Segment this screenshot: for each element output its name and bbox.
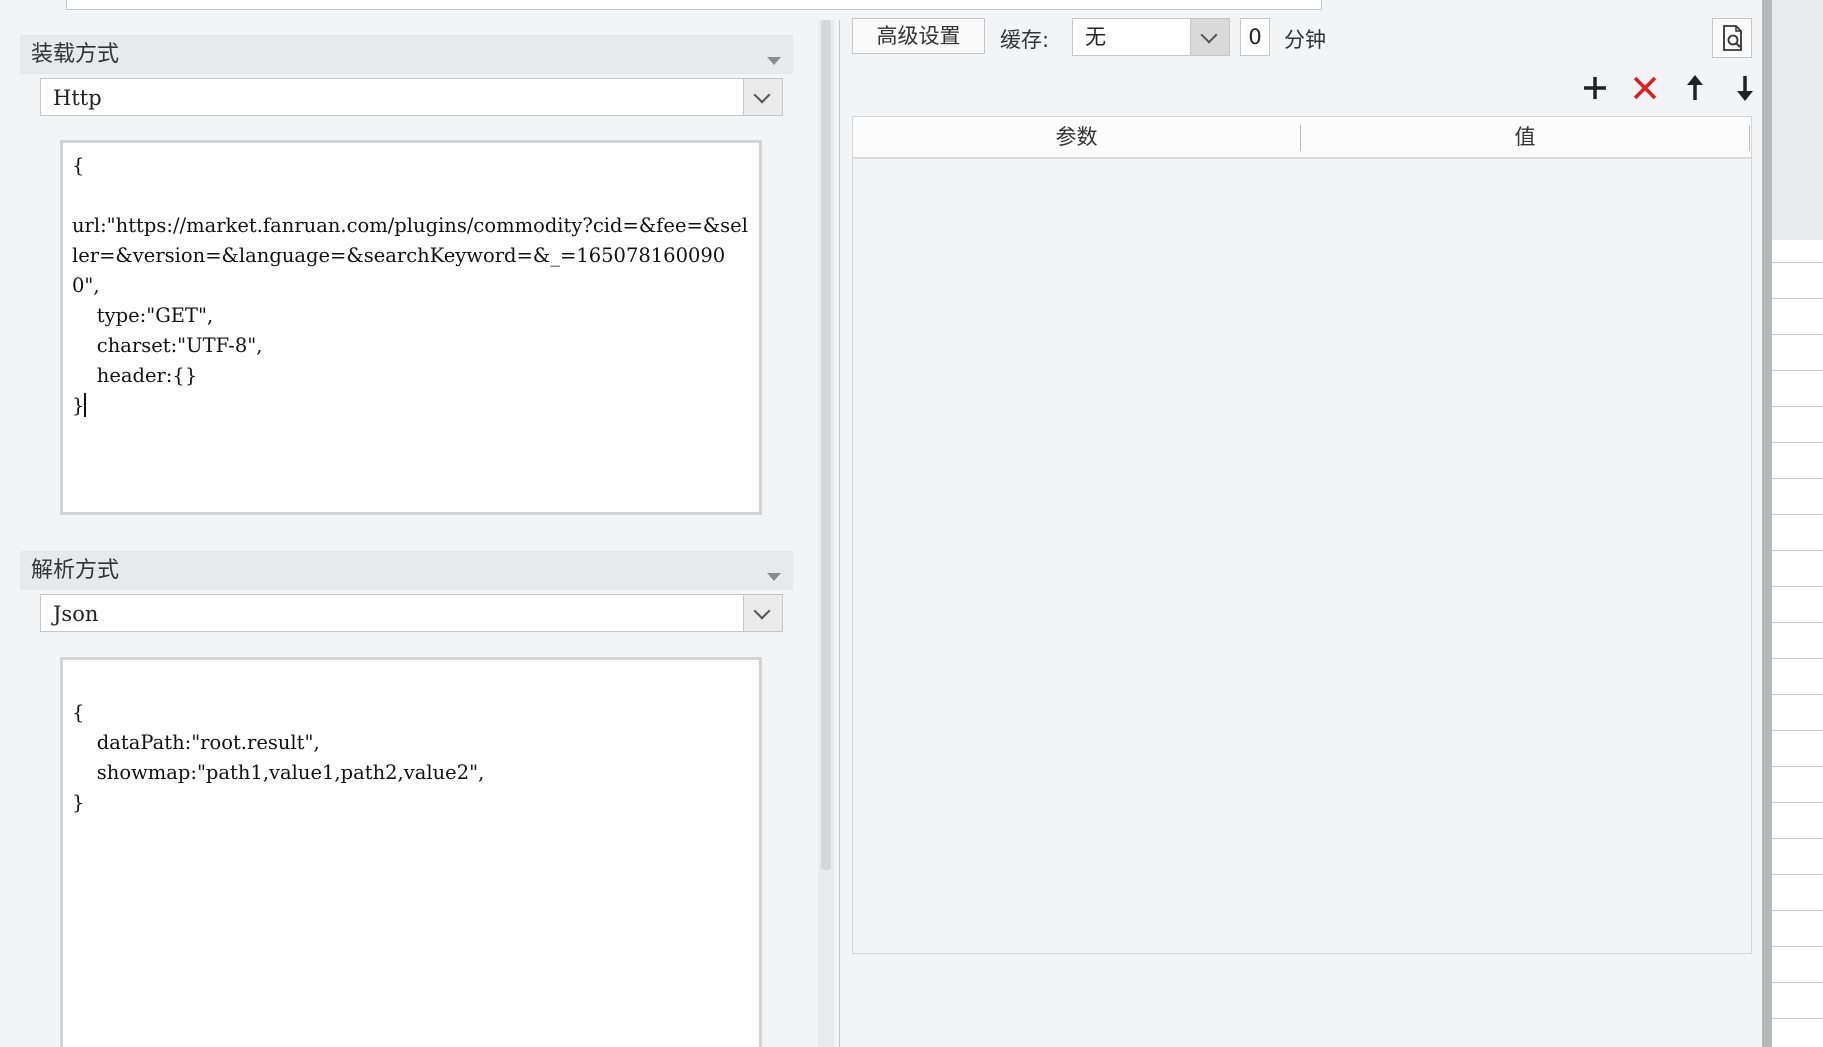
top-input-field[interactable] bbox=[66, 0, 1322, 10]
parse-section-header[interactable]: 解析方式 bbox=[20, 551, 793, 590]
plus-icon[interactable] bbox=[1579, 72, 1611, 104]
grid-line bbox=[1772, 406, 1823, 407]
grid-line bbox=[1772, 982, 1823, 983]
preview-icon bbox=[1723, 25, 1742, 51]
grid-line bbox=[1772, 802, 1823, 803]
cache-label: 缓存: bbox=[1000, 28, 1050, 52]
grid-line bbox=[1772, 514, 1823, 515]
load-mode-dropdown-button[interactable] bbox=[743, 79, 782, 115]
parse-section-title: 解析方式 bbox=[31, 558, 120, 583]
parse-config-code: { dataPath:"root.result", showmap:"path1… bbox=[72, 701, 485, 814]
grid-line bbox=[1772, 262, 1823, 263]
grid-line bbox=[1772, 370, 1823, 371]
cache-dropdown-button[interactable] bbox=[1190, 19, 1229, 55]
load-section-title: 装载方式 bbox=[31, 42, 120, 67]
grid-line bbox=[1772, 766, 1823, 767]
grid-line bbox=[1772, 946, 1823, 947]
arrow-down-icon[interactable] bbox=[1729, 72, 1761, 104]
parse-config-editor[interactable]: { dataPath:"root.result", showmap:"path1… bbox=[60, 657, 762, 1047]
parse-mode-value: Json bbox=[53, 602, 99, 626]
background-sheet-strip bbox=[1762, 0, 1823, 1047]
chevron-down-icon bbox=[1200, 26, 1218, 44]
arrow-up-icon[interactable] bbox=[1679, 72, 1711, 104]
text-caret bbox=[84, 393, 87, 417]
scrollbar-thumb[interactable] bbox=[821, 20, 831, 870]
load-section-header[interactable]: 装载方式 bbox=[20, 35, 793, 74]
collapse-arrow-icon[interactable] bbox=[767, 57, 781, 65]
parse-mode-dropdown-button[interactable] bbox=[743, 595, 782, 631]
column-separator[interactable] bbox=[1749, 125, 1750, 151]
parse-mode-select[interactable]: Json bbox=[40, 594, 783, 632]
load-mode-select[interactable]: Http bbox=[40, 78, 783, 116]
param-column-header[interactable]: 参数 bbox=[853, 117, 1300, 157]
cache-minutes-input[interactable]: 0 bbox=[1240, 18, 1270, 56]
value-column-header[interactable]: 值 bbox=[1301, 117, 1749, 157]
cache-select[interactable]: 无 bbox=[1072, 18, 1230, 56]
chevron-down-icon bbox=[753, 602, 771, 620]
grid-line bbox=[1772, 622, 1823, 623]
parameter-table[interactable]: 参数 值 bbox=[852, 116, 1752, 954]
chevron-down-icon bbox=[753, 86, 771, 104]
data-source-editor: 装载方式 Http { url:"https://market.fanruan.… bbox=[0, 0, 1823, 1047]
collapse-arrow-icon[interactable] bbox=[767, 573, 781, 581]
preview-button[interactable] bbox=[1712, 18, 1752, 58]
load-mode-value: Http bbox=[53, 86, 102, 110]
sheet-header-area bbox=[1772, 0, 1823, 240]
close-icon[interactable] bbox=[1629, 72, 1661, 104]
grid-line bbox=[1772, 298, 1823, 299]
load-config-editor[interactable]: { url:"https://market.fanruan.com/plugin… bbox=[60, 140, 762, 515]
vertical-scrollbar[interactable] bbox=[818, 20, 834, 1047]
background-scrollbar[interactable] bbox=[1762, 0, 1772, 1047]
minutes-unit-label: 分钟 bbox=[1284, 28, 1326, 52]
grid-line bbox=[1772, 874, 1823, 875]
cache-value: 无 bbox=[1085, 25, 1106, 49]
grid-line bbox=[1772, 586, 1823, 587]
grid-line bbox=[1772, 694, 1823, 695]
panel-divider[interactable] bbox=[839, 20, 840, 1047]
grid-line bbox=[1772, 478, 1823, 479]
advanced-settings-button[interactable]: 高级设置 bbox=[852, 18, 985, 54]
load-config-code: { url:"https://market.fanruan.com/plugin… bbox=[72, 154, 748, 417]
grid-line bbox=[1772, 550, 1823, 551]
grid-line bbox=[1772, 910, 1823, 911]
grid-line bbox=[1772, 442, 1823, 443]
table-header-row: 参数 值 bbox=[853, 117, 1751, 159]
grid-line bbox=[1772, 730, 1823, 731]
grid-line bbox=[1772, 1018, 1823, 1019]
grid-line bbox=[1772, 838, 1823, 839]
grid-line bbox=[1772, 334, 1823, 335]
left-config-panel: 装载方式 Http { url:"https://market.fanruan.… bbox=[0, 20, 826, 1047]
grid-line bbox=[1772, 658, 1823, 659]
